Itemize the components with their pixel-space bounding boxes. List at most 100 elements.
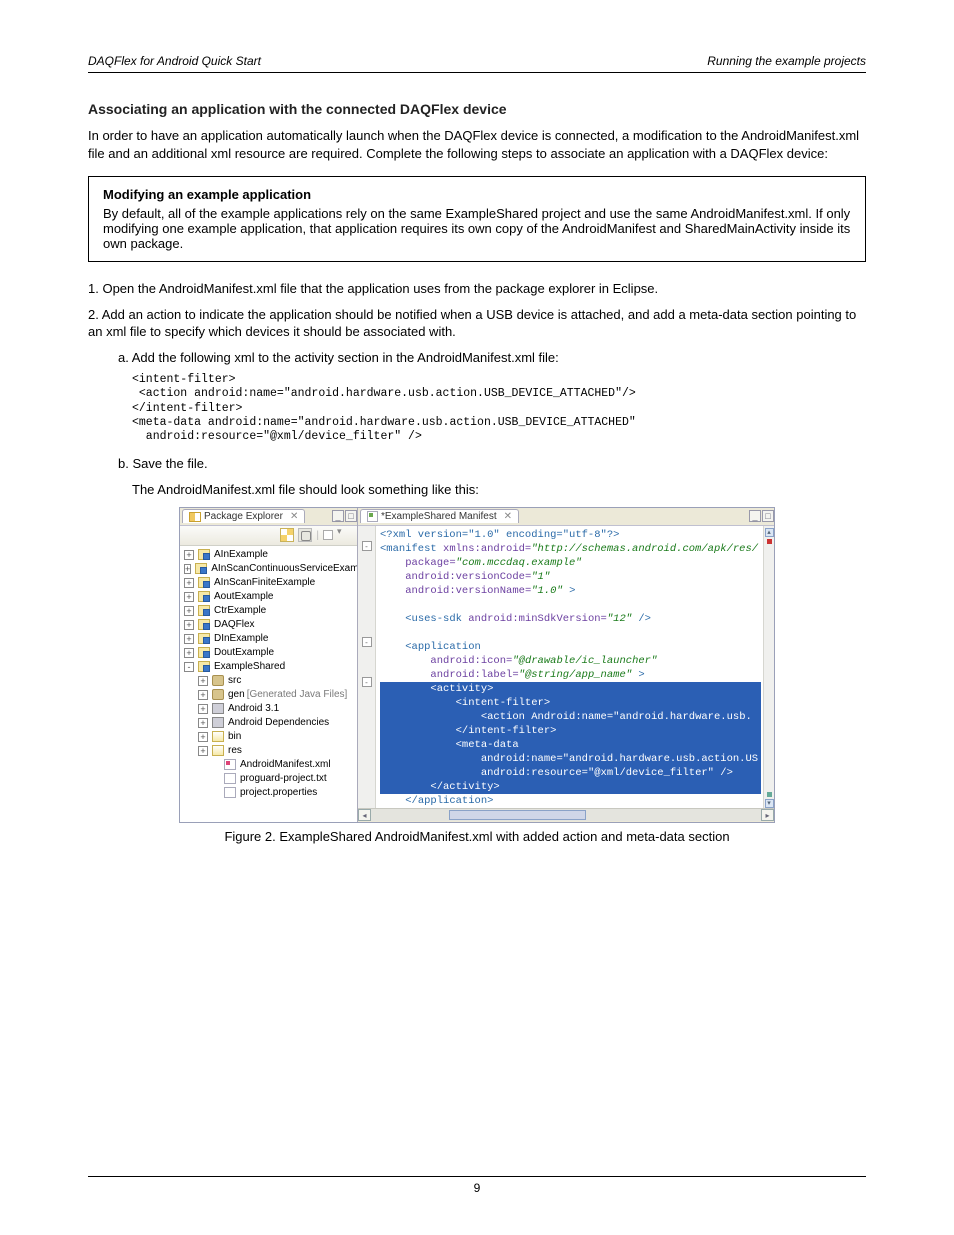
tree-node-label: AndroidManifest.xml: [240, 758, 331, 772]
tree-node[interactable]: + src: [184, 674, 355, 688]
tree-twisty-icon[interactable]: +: [184, 606, 194, 616]
tree-twisty-icon[interactable]: +: [198, 690, 208, 700]
collapse-all-icon[interactable]: [280, 528, 294, 542]
overview-ruler[interactable]: ▴ ▾: [763, 526, 774, 808]
tree-node[interactable]: +res: [184, 744, 355, 758]
tree-node[interactable]: +AInScanFiniteExample: [184, 576, 355, 590]
code-line: </activity>: [380, 780, 761, 794]
minimize-view-button[interactable]: _: [332, 510, 344, 522]
code-line: <activity>: [380, 682, 761, 696]
tree-twisty-icon[interactable]: +: [184, 564, 191, 574]
error-marker-icon: [767, 539, 772, 544]
tree-node[interactable]: -ExampleShared: [184, 660, 355, 674]
proj-icon: [198, 591, 210, 602]
minimize-editor-button[interactable]: _: [749, 510, 761, 522]
step-2-lead: 2. Add an action to indicate the applica…: [88, 306, 866, 341]
header-left: DAQFlex for Android Quick Start: [88, 54, 261, 68]
tree-twisty-icon[interactable]: +: [184, 620, 194, 630]
project-tree[interactable]: + AInExample + AInScanContinuousServiceExam…: [180, 546, 357, 822]
proj-icon: [198, 619, 210, 630]
scroll-down-icon[interactable]: ▾: [765, 799, 774, 808]
tree-node[interactable]: + AInScanContinuousServiceExample: [184, 562, 355, 576]
tree-twisty-icon[interactable]: -: [184, 662, 194, 672]
tree-node[interactable]: project.properties: [184, 786, 355, 800]
tree-twisty-icon[interactable]: +: [198, 676, 208, 686]
tree-node[interactable]: + DAQFlex: [184, 618, 355, 632]
scroll-track[interactable]: [371, 809, 761, 821]
tree-twisty-icon[interactable]: +: [198, 732, 208, 742]
tree-node[interactable]: +AoutExample: [184, 590, 355, 604]
header-right: Running the example projects: [707, 54, 866, 68]
tree-node-label: AInScanContinuousServiceExample: [211, 562, 357, 576]
tree-node[interactable]: +Android 3.1: [184, 702, 355, 716]
fold-gutter[interactable]: - - -: [358, 526, 376, 808]
close-icon[interactable]: ✕: [290, 511, 298, 522]
package-explorer-pane: Package Explorer ✕ _ □ | +AInExample+AIn…: [180, 508, 358, 822]
fold-toggle[interactable]: -: [362, 677, 372, 687]
code-line: </intent-filter>: [380, 724, 761, 738]
code-line: android:versionCode="1": [380, 570, 761, 584]
intro-paragraph: In order to have an application automati…: [88, 127, 866, 162]
tree-twisty-icon[interactable]: +: [184, 634, 194, 644]
file-icon: [224, 773, 236, 784]
callout-box: Modifying an example application By defa…: [88, 176, 866, 262]
eclipse-ide-screenshot: Package Explorer ✕ _ □ | +AInExample+AIn…: [179, 507, 775, 823]
callout-body: By default, all of the example applicati…: [103, 206, 851, 251]
tree-node[interactable]: +CtrExample: [184, 604, 355, 618]
horizontal-scrollbar[interactable]: ◂ ▸: [358, 808, 774, 822]
tree-twisty-icon[interactable]: +: [184, 648, 194, 658]
scroll-right-button[interactable]: ▸: [761, 809, 774, 821]
fold-toggle[interactable]: -: [362, 541, 372, 551]
manifest-editor-tab[interactable]: *ExampleShared Manifest ✕: [360, 509, 519, 523]
link-editor-icon[interactable]: [298, 528, 312, 542]
explorer-toolbar: |: [180, 526, 357, 546]
jar-icon: [212, 703, 224, 714]
code-line: android:icon="@drawable/ic_launcher": [380, 654, 761, 668]
code-line: <?xml version="1.0" encoding="utf-8"?>: [380, 528, 761, 542]
close-icon[interactable]: ✕: [504, 511, 512, 522]
tree-node-label: gen: [228, 688, 245, 702]
xml-file-icon: [367, 511, 378, 522]
fold-toggle[interactable]: -: [362, 637, 372, 647]
tree-node[interactable]: + AInExample: [184, 548, 355, 562]
maximize-view-button[interactable]: □: [345, 510, 357, 522]
editor-body: - - - <?xml version="1.0" encoding="utf-…: [358, 526, 774, 808]
tree-node[interactable]: proguard-project.txt: [184, 772, 355, 786]
tree-twisty-icon[interactable]: +: [198, 718, 208, 728]
scroll-up-icon[interactable]: ▴: [765, 528, 774, 537]
scroll-thumb[interactable]: [449, 810, 586, 820]
tree-node[interactable]: +DoutExample: [184, 646, 355, 660]
tree-node-label: AInExample: [214, 548, 268, 562]
proj-icon: [198, 577, 210, 588]
tree-node-label: DAQFlex: [214, 618, 255, 632]
proj-icon: [198, 647, 210, 658]
tree-node[interactable]: AndroidManifest.xml: [184, 758, 355, 772]
tree-node-label: project.properties: [240, 786, 317, 800]
code-area[interactable]: <?xml version="1.0" encoding="utf-8"?> <m…: [376, 526, 763, 808]
scroll-left-button[interactable]: ◂: [358, 809, 371, 821]
tree-twisty-icon[interactable]: +: [184, 550, 194, 560]
code-line: <uses-sdk android:minSdkVersion="12" />: [380, 612, 761, 626]
tree-twisty-icon[interactable]: +: [198, 746, 208, 756]
tree-node[interactable]: + DInExample: [184, 632, 355, 646]
xml-snippet: <intent-filter> <action android:name="an…: [132, 373, 866, 445]
view-menu-icon[interactable]: [323, 530, 333, 540]
tree-node[interactable]: +Android Dependencies: [184, 716, 355, 730]
tree-twisty-icon[interactable]: +: [184, 578, 194, 588]
step-2a-label: a. Add the following xml to the activity…: [118, 349, 866, 367]
editor-pane: *ExampleShared Manifest ✕ _ □ - - -: [358, 508, 774, 822]
editor-tab-label: *ExampleShared Manifest: [381, 511, 497, 522]
code-line: <meta-data: [380, 738, 761, 752]
maximize-editor-button[interactable]: □: [762, 510, 774, 522]
tree-node-label: src: [228, 674, 241, 688]
editor-tabbar: *ExampleShared Manifest ✕ _ □: [358, 508, 774, 526]
tree-twisty-icon[interactable]: +: [198, 704, 208, 714]
tree-twisty-icon[interactable]: +: [184, 592, 194, 602]
package-explorer-tab[interactable]: Package Explorer ✕: [182, 509, 305, 523]
page-footer: 9: [88, 1176, 866, 1195]
tree-node[interactable]: +gen [Generated Java Files]: [184, 688, 355, 702]
tree-node-label: DInExample: [214, 632, 268, 646]
tree-node[interactable]: +bin: [184, 730, 355, 744]
dropdown-icon[interactable]: [337, 528, 351, 542]
running-header: DAQFlex for Android Quick Start Running …: [88, 54, 866, 73]
